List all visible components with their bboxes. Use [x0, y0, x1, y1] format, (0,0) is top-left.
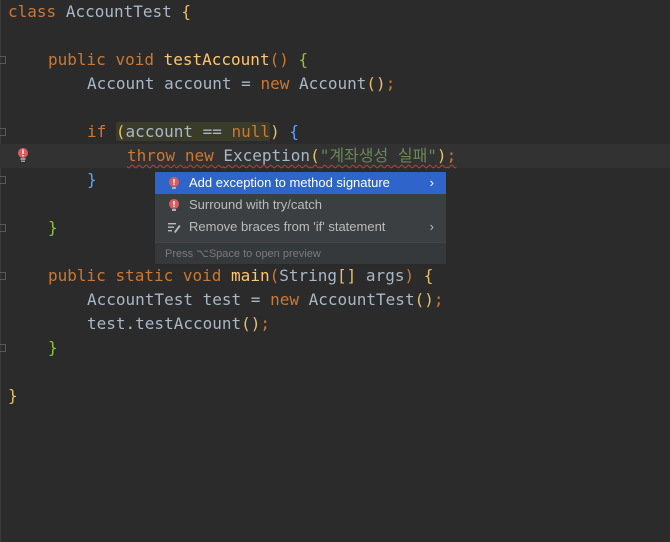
- fold-marker[interactable]: [0, 128, 6, 136]
- fold-marker[interactable]: [0, 344, 6, 352]
- parens: (): [269, 50, 289, 69]
- string-literal: "계좌생성 실패": [319, 146, 437, 165]
- keyword: null: [231, 122, 271, 141]
- method-name: testAccount: [163, 50, 270, 69]
- keyword: public: [48, 266, 106, 285]
- keyword: void: [115, 50, 154, 69]
- keyword: new: [184, 146, 214, 165]
- code-line[interactable]: class AccountTest {: [8, 0, 191, 24]
- fold-marker[interactable]: [0, 176, 6, 184]
- menu-item-add-exception[interactable]: Add exception to method signature ›: [155, 172, 446, 194]
- code-line[interactable]: public void testAccount() {: [48, 48, 308, 72]
- code-line[interactable]: throw new Exception("계좌생성 실패");: [127, 144, 456, 168]
- semicolon: ;: [446, 146, 457, 165]
- lightbulb-error-icon[interactable]: [16, 147, 30, 163]
- fold-marker[interactable]: [0, 272, 6, 280]
- parens: (): [366, 74, 386, 93]
- fold-marker[interactable]: [0, 56, 6, 64]
- brackets: []: [337, 266, 357, 285]
- semicolon: ;: [260, 314, 271, 333]
- parameter: args: [365, 266, 405, 285]
- brace: {: [289, 122, 299, 141]
- operator: =: [250, 290, 261, 309]
- type-name: Account: [87, 74, 155, 93]
- keyword: class: [8, 2, 57, 21]
- menu-item-remove-braces[interactable]: Remove braces from 'if' statement ›: [155, 216, 446, 238]
- error-bulb-icon: [169, 199, 179, 211]
- menu-item-label: Add exception to method signature: [189, 175, 390, 190]
- keyword: new: [260, 74, 290, 93]
- chevron-right-icon: ›: [429, 175, 434, 190]
- variable: account: [125, 122, 193, 141]
- type-name: Exception: [223, 146, 311, 165]
- semicolon: ;: [385, 74, 396, 93]
- code-line[interactable]: if (account == null) {: [87, 120, 299, 144]
- code-line[interactable]: AccountTest test = new AccountTest();: [87, 288, 443, 312]
- intention-actions-popup: Add exception to method signature › Surr…: [154, 171, 447, 265]
- code-line[interactable]: }: [8, 384, 18, 408]
- code-line[interactable]: public static void main(String[] args) {: [48, 264, 433, 288]
- popup-footer-hint: Press ⌥Space to open preview: [155, 242, 446, 264]
- error-bulb-icon: [169, 177, 179, 189]
- code-line[interactable]: }: [48, 216, 58, 240]
- brace: }: [48, 218, 58, 237]
- parens: (): [414, 290, 434, 309]
- method-name: main: [231, 266, 270, 285]
- code-line[interactable]: }: [48, 336, 58, 360]
- edit-braces-icon: [168, 223, 181, 233]
- keyword: void: [182, 266, 222, 285]
- menu-item-label: Surround with try/catch: [189, 197, 322, 212]
- keyword: new: [270, 290, 299, 309]
- brace: }: [48, 338, 58, 357]
- code-line[interactable]: Account account = new Account();: [87, 72, 395, 96]
- keyword: static: [115, 266, 174, 285]
- menu-item-surround-try-catch[interactable]: Surround with try/catch: [155, 194, 446, 216]
- method-call: test.testAccount: [87, 314, 242, 333]
- variable: test: [202, 290, 242, 309]
- class-name: AccountTest: [65, 2, 172, 21]
- code-editor[interactable]: class AccountTest { public void testAcco…: [0, 0, 670, 542]
- code-line[interactable]: }: [87, 168, 97, 192]
- chevron-right-icon: ›: [429, 219, 434, 234]
- keyword: throw: [127, 146, 176, 165]
- type-name: Account: [298, 74, 367, 93]
- code-line[interactable]: test.testAccount();: [87, 312, 270, 336]
- type-name: String: [279, 266, 338, 285]
- keyword: if: [87, 122, 107, 141]
- brace: }: [87, 170, 97, 189]
- parens: (): [241, 314, 261, 333]
- menu-item-label: Remove braces from 'if' statement: [189, 219, 386, 234]
- keyword: public: [48, 50, 106, 69]
- brace: {: [423, 266, 434, 285]
- semicolon: ;: [433, 290, 444, 309]
- brace: {: [298, 50, 309, 69]
- type-name: AccountTest: [87, 290, 193, 309]
- brace: }: [8, 386, 18, 405]
- type-name: AccountTest: [308, 290, 415, 309]
- variable: account: [164, 74, 232, 93]
- operator: =: [241, 74, 251, 93]
- gutter-border: [0, 0, 1, 542]
- fold-marker[interactable]: [0, 224, 6, 232]
- brace: {: [181, 2, 192, 21]
- operator: ==: [202, 122, 222, 141]
